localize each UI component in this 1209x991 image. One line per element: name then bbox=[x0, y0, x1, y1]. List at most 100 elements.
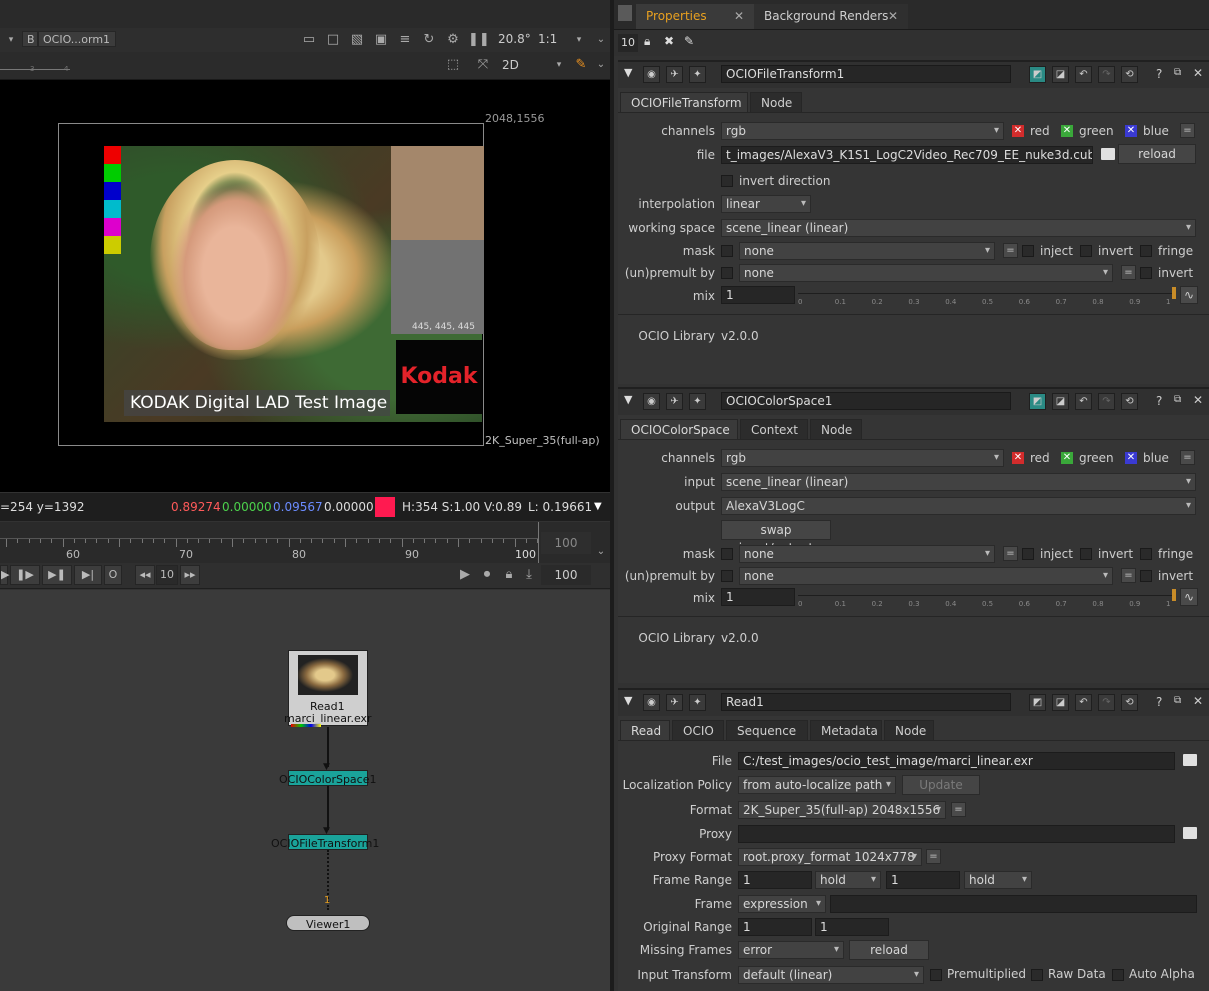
redo-icon[interactable]: ↷ bbox=[1098, 66, 1115, 83]
mask-dropdown[interactable]: none bbox=[739, 545, 995, 563]
wrench-icon[interactable]: ✦ bbox=[689, 66, 706, 83]
triangle-down-icon[interactable]: ▼ bbox=[594, 493, 602, 521]
color-picker-icon[interactable]: ◩ bbox=[1029, 66, 1046, 83]
float-icon[interactable]: ⧉ bbox=[1174, 695, 1181, 706]
blue-checkbox[interactable]: ✕ bbox=[1125, 452, 1137, 464]
folder-icon[interactable] bbox=[1183, 827, 1197, 839]
axis-icon[interactable]: ⤧ bbox=[474, 57, 492, 73]
view-mode-dropdown[interactable]: 2D bbox=[502, 58, 519, 72]
format-dropdown[interactable]: 2K_Super_35(full-ap) 2048x1556 bbox=[738, 801, 946, 819]
fringe-checkbox[interactable] bbox=[1140, 245, 1152, 257]
label-icon[interactable]: ◪ bbox=[1052, 393, 1069, 410]
close-icon[interactable]: ✕ bbox=[1193, 393, 1203, 407]
inject-checkbox[interactable] bbox=[1022, 245, 1034, 257]
help-icon[interactable]: ? bbox=[1156, 67, 1162, 81]
color-picker-icon[interactable]: ◩ bbox=[1029, 694, 1046, 711]
invert-mask-checkbox[interactable] bbox=[1080, 245, 1092, 257]
chevron-down-icon[interactable]: ▾ bbox=[2, 32, 20, 48]
frame-range-start-mode[interactable]: hold bbox=[815, 871, 881, 889]
premult-checkbox[interactable] bbox=[721, 267, 733, 279]
proxy-format-link-button[interactable]: = bbox=[926, 849, 941, 864]
green-checkbox[interactable]: ✕ bbox=[1061, 125, 1073, 137]
float-icon[interactable]: ⧉ bbox=[1174, 67, 1181, 78]
play-back-button[interactable]: ▶ bbox=[0, 565, 9, 585]
slider-knob[interactable] bbox=[1172, 287, 1176, 299]
slider-knob[interactable] bbox=[1172, 589, 1176, 601]
refresh-icon[interactable]: ↻ bbox=[420, 32, 438, 48]
format-link-button[interactable]: = bbox=[951, 802, 966, 817]
folder-icon[interactable] bbox=[1183, 754, 1197, 766]
close-icon[interactable]: ✕ bbox=[888, 4, 898, 29]
collapse-triangle-icon[interactable]: ▼ bbox=[624, 66, 632, 79]
green-checkbox[interactable]: ✕ bbox=[1061, 452, 1073, 464]
channels-dropdown[interactable]: rgb bbox=[721, 122, 1004, 140]
clip-icon[interactable]: □ bbox=[324, 32, 342, 48]
gain-ruler[interactable]: 3 4 bbox=[0, 55, 70, 73]
frame-range-start-field[interactable]: 1 bbox=[738, 871, 812, 889]
zoom-value[interactable]: 20.8° bbox=[498, 32, 531, 46]
timeline[interactable]: 60 70 80 90 100 100 ⌄ bbox=[0, 522, 610, 564]
pane-menu-icon[interactable] bbox=[618, 5, 632, 21]
lock-icon[interactable]: 🔒︎ bbox=[500, 567, 518, 583]
viewer-icon[interactable]: ✈ bbox=[666, 393, 683, 410]
node-name-field[interactable]: OCIOColorSpace1 bbox=[721, 392, 1011, 410]
missing-frames-dropdown[interactable]: error bbox=[738, 941, 844, 959]
channels-link-button[interactable]: = bbox=[1180, 123, 1195, 138]
play-forward-button[interactable]: ❚▶ bbox=[10, 565, 40, 585]
mask-link-button[interactable]: = bbox=[1003, 546, 1018, 561]
max-panels-field[interactable]: 10 bbox=[618, 34, 638, 52]
file-field[interactable]: t_images/AlexaV3_K1S1_LogC2Video_Rec709_… bbox=[721, 146, 1093, 164]
input-transform-dropdown[interactable]: default (linear) bbox=[738, 966, 924, 984]
tab-properties[interactable]: Properties ✕ bbox=[636, 4, 754, 29]
working-space-dropdown[interactable]: scene_linear (linear) bbox=[721, 219, 1196, 237]
input-b-chip[interactable]: B bbox=[22, 31, 38, 47]
blue-checkbox[interactable]: ✕ bbox=[1125, 125, 1137, 137]
frame-range-end-field[interactable]: 1 bbox=[886, 871, 960, 889]
play-mode-icon[interactable]: ▶ bbox=[456, 567, 474, 583]
color-picker-icon[interactable]: ◩ bbox=[1029, 393, 1046, 410]
proxy-field[interactable] bbox=[738, 825, 1175, 843]
out-point-button[interactable]: O bbox=[104, 565, 122, 585]
tab-read[interactable]: Read bbox=[620, 720, 670, 740]
step-back-button[interactable]: ◂◂ bbox=[135, 565, 155, 585]
auto-alpha-checkbox[interactable] bbox=[1112, 969, 1124, 981]
reload-button[interactable]: reload bbox=[849, 940, 929, 960]
region-icon[interactable]: ⬚ bbox=[444, 57, 462, 73]
viewer-icon[interactable]: ✈ bbox=[666, 66, 683, 83]
playhead[interactable] bbox=[538, 522, 539, 564]
gear-icon[interactable]: ⚙ bbox=[444, 32, 462, 48]
folder-icon[interactable] bbox=[1101, 148, 1115, 160]
tab-sequence[interactable]: Sequence bbox=[726, 720, 808, 740]
frame-expression-field[interactable] bbox=[830, 895, 1197, 913]
ratio-dropdown[interactable]: 1:1 bbox=[538, 32, 557, 46]
close-icon[interactable]: ✕ bbox=[1193, 694, 1203, 708]
redo-icon[interactable]: ↷ bbox=[1098, 393, 1115, 410]
reload-button[interactable]: reload bbox=[1118, 144, 1196, 164]
mask-link-button[interactable]: = bbox=[1003, 243, 1018, 258]
update-button[interactable]: Update bbox=[902, 775, 980, 795]
proxy-format-dropdown[interactable]: root.proxy_format 1024x778 bbox=[738, 848, 922, 866]
label-icon[interactable]: ◪ bbox=[1052, 694, 1069, 711]
undo-icon[interactable]: ↶ bbox=[1075, 694, 1092, 711]
raw-data-checkbox[interactable] bbox=[1031, 969, 1043, 981]
lines-icon[interactable]: ≡ bbox=[396, 32, 414, 48]
premult-invert-checkbox[interactable] bbox=[1140, 267, 1152, 279]
disable-icon[interactable]: ◉ bbox=[643, 694, 660, 711]
collapse-triangle-icon[interactable]: ▼ bbox=[624, 694, 632, 707]
disable-icon[interactable]: ◉ bbox=[643, 393, 660, 410]
record-icon[interactable]: ⏺ bbox=[478, 567, 496, 583]
output-colorspace-dropdown[interactable]: AlexaV3LogC bbox=[721, 497, 1196, 515]
interpolation-dropdown[interactable]: linear bbox=[721, 195, 811, 213]
premult-link-button[interactable]: = bbox=[1121, 568, 1136, 583]
curve-icon[interactable]: ∿ bbox=[1180, 588, 1198, 606]
step-forward-button[interactable]: ▸▸ bbox=[180, 565, 200, 585]
collapse-triangle-icon[interactable]: ▼ bbox=[624, 393, 632, 406]
collapse-icon[interactable]: ⌄ bbox=[592, 32, 610, 48]
mix-slider[interactable]: 0 0.1 0.2 0.3 0.4 0.5 0.6 0.7 0.8 0.9 1 bbox=[798, 287, 1176, 306]
last-frame-button[interactable]: ▶| bbox=[74, 565, 102, 585]
channels-dropdown[interactable]: rgb bbox=[721, 449, 1004, 467]
invert-mask-checkbox[interactable] bbox=[1080, 548, 1092, 560]
invert-direction-checkbox[interactable] bbox=[721, 175, 733, 187]
chevron-down-icon[interactable]: ▾ bbox=[550, 57, 568, 73]
close-icon[interactable]: ✕ bbox=[734, 4, 744, 29]
